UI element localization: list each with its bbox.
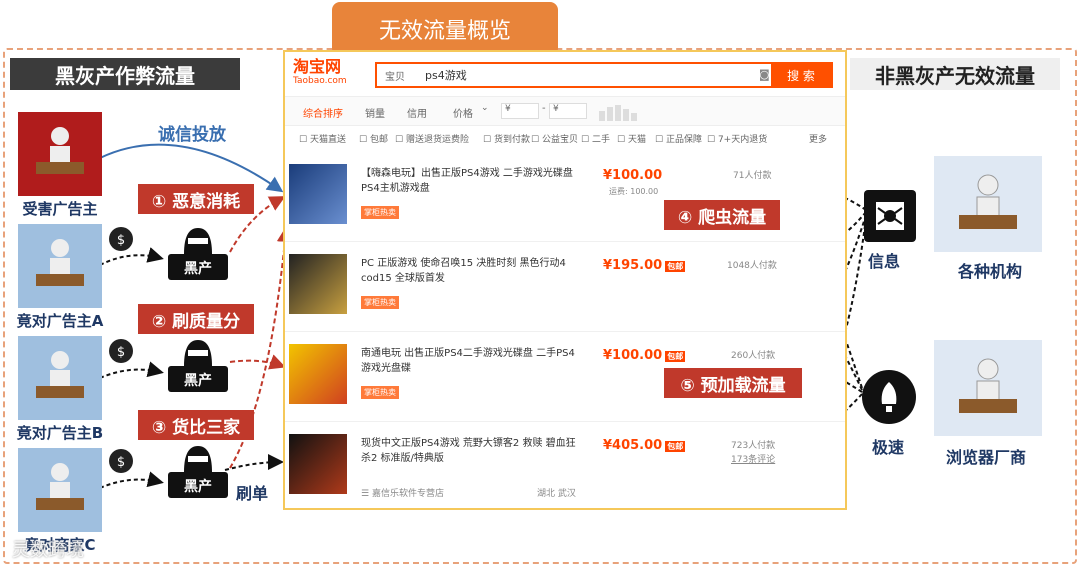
price-to-input[interactable]: ¥: [549, 103, 587, 119]
chevron-down-icon: ⌄: [481, 103, 489, 113]
paid-count: 260人付款: [731, 351, 776, 361]
search-bar[interactable]: 宝贝 ps4游戏 ◙ 搜 索: [375, 62, 833, 88]
person-desk-icon: [36, 239, 84, 286]
filter-charity[interactable]: ☐ 公益宝贝: [531, 132, 578, 145]
brush-order-label: 刷单: [236, 484, 269, 503]
tab-composite[interactable]: 综合排序: [303, 105, 343, 120]
browser-vendor-label: 浏览器厂商: [946, 448, 1027, 467]
product-title[interactable]: 【嗨森电玩】出售正版PS4游戏 二手游戏光碟盘 PS4主机游戏盘: [361, 166, 581, 196]
search-input[interactable]: ps4游戏: [425, 67, 467, 83]
competitor-b-label: 竟对广告主B: [16, 424, 104, 442]
search-scope[interactable]: 宝贝: [385, 68, 405, 83]
product-title[interactable]: 南通电玩 出售正版PS4二手游戏光碟盘 二手PS4游戏光盘碟: [361, 346, 581, 376]
product-title[interactable]: PC 正版游戏 使命召唤15 决胜时刻 黑色行动4 cod15 全球版首发: [361, 256, 581, 286]
product-thumbnail[interactable]: [289, 344, 347, 404]
filter-genuine[interactable]: ☐ 正品保障: [655, 132, 702, 145]
list-item[interactable]: 现货中文正版PS4游戏 荒野大镖客2 救赎 碧血狂杀2 标准版/特典版 ¥405…: [285, 424, 845, 512]
competitor-c-figure: [18, 448, 102, 532]
taobao-search-panel: 淘宝网 Taobao.com 宝贝 ps4游戏 ◙ 搜 索 综合排序 销量 信用…: [283, 50, 847, 510]
filter-7day-return[interactable]: ☐ 7+天内退货: [707, 132, 767, 145]
product-thumbnail[interactable]: [289, 434, 347, 494]
svg-text:$: $: [117, 455, 125, 470]
camera-icon[interactable]: ◙: [759, 68, 770, 81]
taobao-logo: 淘宝网 Taobao.com: [293, 59, 347, 88]
filter-return-insurance[interactable]: ☐ 赠送退货运费险: [395, 132, 469, 145]
hot-tag: 掌柜热卖: [361, 200, 399, 219]
person-desk-icon: [36, 463, 84, 510]
hacker-node: 黑产: [162, 336, 234, 394]
filter-more[interactable]: 更多: [809, 132, 827, 145]
tab-sales[interactable]: 销量: [365, 105, 385, 120]
review-count[interactable]: 173条评论: [731, 452, 775, 465]
hacker-label: 黑产: [184, 479, 212, 495]
invalid-type-crawler: ④ 爬虫流量: [664, 200, 780, 230]
tab-price[interactable]: 价格: [453, 105, 473, 120]
free-shipping-badge: 包邮: [665, 351, 686, 362]
filter-bar: ☐ 天猫直送 ☐ 包邮 ☐ 赠送退货运费险 ☐ 货到付款 ☐ 公益宝贝 ☐ 二手…: [285, 128, 845, 150]
person-desk-icon: [959, 174, 1017, 229]
hacker-label: 黑产: [184, 261, 212, 277]
fraud-type-malicious: ① 恶意消耗: [138, 184, 254, 214]
person-desk-icon: [36, 127, 84, 174]
info-label: 信息: [868, 252, 901, 271]
svg-text:$: $: [117, 345, 125, 360]
person-desk-icon: [36, 351, 84, 398]
hacker-node: 黑产: [162, 442, 234, 500]
product-thumbnail[interactable]: [289, 164, 347, 224]
watermark: 灵数跨境: [12, 540, 84, 561]
fraud-type-quality-score: ② 刷质量分: [138, 304, 254, 334]
money-bag-icon: $: [108, 226, 134, 256]
paid-count: 71人付款: [733, 171, 772, 181]
competitor-a-figure: [18, 224, 102, 308]
speed-label: 极速: [872, 438, 905, 457]
money-bag-icon: $: [108, 338, 134, 368]
sort-bar: 综合排序 销量 信用 价格 ⌄ ¥ - ¥: [285, 96, 845, 126]
filter-tmall[interactable]: ☐ 天猫: [617, 132, 646, 145]
victim-advertiser-figure: [18, 112, 102, 196]
hacker-label: 黑产: [184, 373, 212, 389]
free-shipping-badge: 包邮: [665, 441, 686, 452]
price-from-input[interactable]: ¥: [501, 103, 539, 119]
paid-count: 723人付款: [731, 441, 776, 451]
fraud-type-compare: ③ 货比三家: [138, 410, 254, 440]
product-price: ¥405.00 包邮: [603, 438, 686, 453]
honest-placement-label: 诚信投放: [158, 125, 226, 145]
price-histogram-icon[interactable]: [597, 103, 647, 121]
browser-vendor-figure: [934, 340, 1042, 436]
invalid-type-preload: ⑤ 预加载流量: [664, 368, 802, 398]
svg-text:$: $: [117, 233, 125, 248]
free-shipping-badge: 包邮: [665, 261, 686, 272]
victim-label: 受害广告主: [22, 200, 98, 218]
rocket-icon: [862, 370, 916, 424]
spider-icon: [864, 190, 916, 242]
product-thumbnail[interactable]: [289, 254, 347, 314]
shop-name[interactable]: ☰ 嘉信乐软件专营店: [361, 486, 444, 499]
person-desk-icon: [959, 358, 1017, 413]
shop-location: 湖北 武汉: [537, 489, 576, 499]
price-dash: -: [542, 103, 546, 114]
filter-secondhand[interactable]: ☐ 二手: [581, 132, 610, 145]
shipping-fee: 运费: 100.00: [609, 187, 659, 196]
hot-tag: 掌柜热卖: [361, 290, 399, 309]
money-bag-icon: $: [108, 448, 134, 478]
hot-tag: 掌柜热卖: [361, 380, 399, 399]
filter-cod[interactable]: ☐ 货到付款: [483, 132, 530, 145]
product-title[interactable]: 现货中文正版PS4游戏 荒野大镖客2 救赎 碧血狂杀2 标准版/特典版: [361, 436, 581, 466]
institutions-label: 各种机构: [958, 262, 1023, 281]
institutions-figure: [934, 156, 1042, 252]
paid-count: 1048人付款: [727, 261, 777, 271]
list-item[interactable]: PC 正版游戏 使命召唤15 决胜时刻 黑色行动4 cod15 全球版首发 掌柜…: [285, 244, 845, 332]
competitor-b-figure: [18, 336, 102, 420]
taobao-logo-sub: Taobao.com: [293, 76, 347, 86]
filter-free-shipping[interactable]: ☐ 包邮: [359, 132, 388, 145]
product-price: ¥195.00 包邮: [603, 258, 686, 273]
search-button[interactable]: 搜 索: [771, 64, 831, 86]
product-price: ¥100.00: [603, 168, 663, 183]
tab-credit[interactable]: 信用: [407, 105, 427, 120]
competitor-a-label: 竟对广告主A: [16, 312, 104, 330]
hacker-node: 黑产: [162, 224, 234, 282]
product-price: ¥100.00 包邮: [603, 348, 686, 363]
filter-tmall-direct[interactable]: ☐ 天猫直送: [299, 132, 346, 145]
